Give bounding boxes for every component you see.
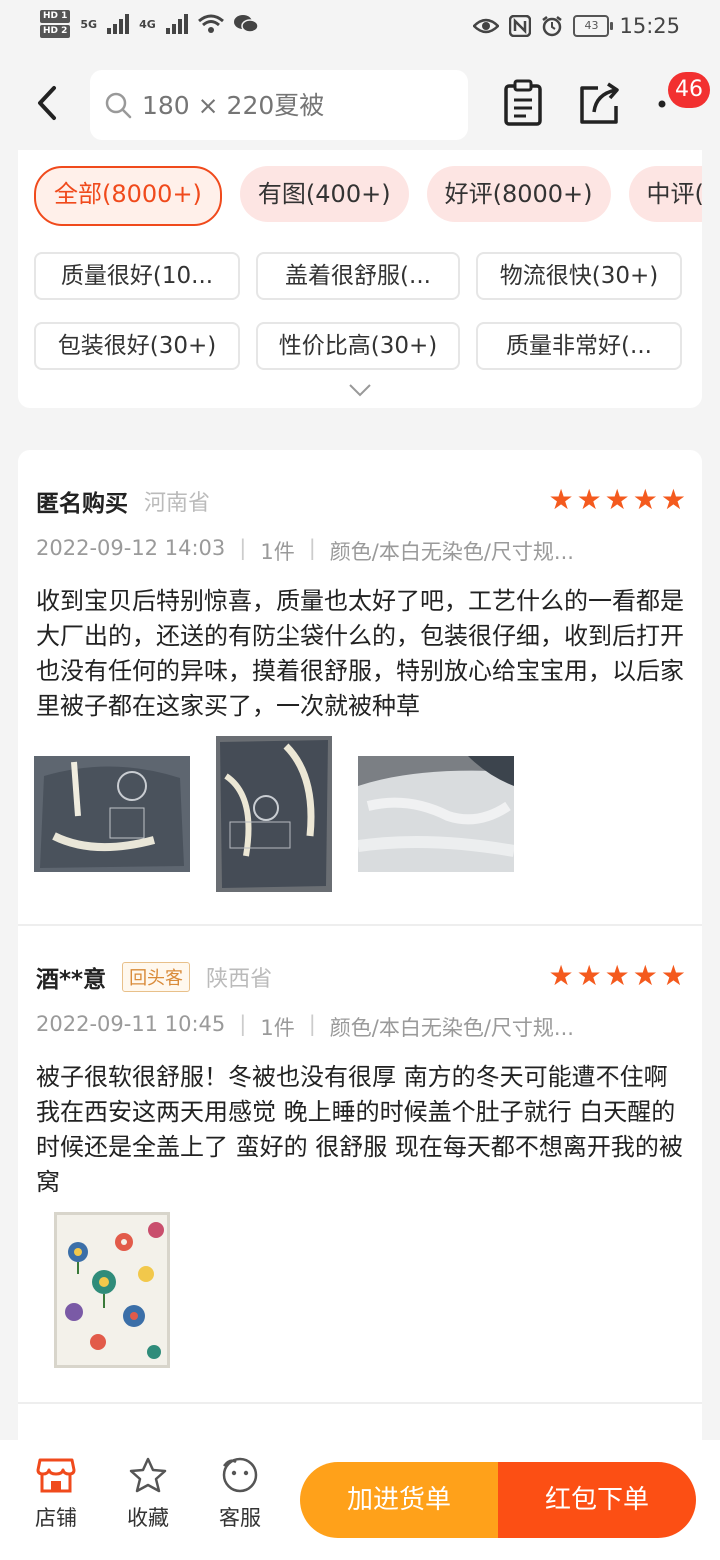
review-spec: 颜色/本白无染色/尺寸规... xyxy=(329,1016,574,1040)
eye-icon xyxy=(473,18,500,34)
star-rating: ★ ★ ★ ★ ★ xyxy=(548,962,686,990)
network-4g-label: 4G xyxy=(139,17,156,31)
review-filter-panel: 全部(8000+) 有图(400+) 好评(8000+) 中评(1 质量很好(1… xyxy=(18,150,702,408)
bag-photo-1[interactable] xyxy=(34,756,190,872)
review-item: 酒**意 回头客 陕西省 ★ ★ ★ ★ ★ 2022-09-11 10:45 | 1件… xyxy=(18,926,702,1404)
search-box[interactable] xyxy=(90,70,468,140)
divider: | xyxy=(239,536,247,560)
chevron-down-icon[interactable] xyxy=(348,382,372,398)
back-arrow-icon[interactable] xyxy=(28,78,68,128)
divider: | xyxy=(308,1012,316,1036)
review-photos xyxy=(34,736,514,892)
review-meta: 2022-09-12 14:03 | 1件 | 颜色/本白无染色/尺寸规... xyxy=(36,536,574,566)
customer-service-label: 客服 xyxy=(219,1506,261,1530)
signal-icon xyxy=(107,14,130,34)
star-icon: ★ xyxy=(548,959,574,992)
search-icon xyxy=(105,92,132,119)
keyword-tags: 质量很好(10... 盖着很舒服(... 物流很快(30+) 包装很好(30+)… xyxy=(34,252,682,370)
star-icon: ★ xyxy=(632,959,658,992)
review-date: 2022-09-12 14:03 xyxy=(36,536,226,560)
alarm-icon xyxy=(542,16,563,37)
star-icon: ★ xyxy=(604,483,630,516)
filter-tab-neutral[interactable]: 中评(1 xyxy=(628,166,702,222)
nfc-icon xyxy=(509,15,532,37)
wechat-icon xyxy=(233,15,258,33)
review-meta: 2022-09-11 10:45 | 1件 | 颜色/本白无染色/尺寸规... xyxy=(36,1012,574,1042)
favorite-label: 收藏 xyxy=(127,1506,169,1530)
network-5g-label: 5G xyxy=(80,17,98,31)
message-count-badge: 46 xyxy=(668,72,710,108)
keyword-tag[interactable]: 物流很快(30+) xyxy=(476,252,682,300)
search-input[interactable] xyxy=(140,89,444,121)
share-icon[interactable] xyxy=(576,78,622,128)
red-packet-order-button[interactable]: 红包下单 xyxy=(498,1462,696,1538)
status-left: HD 1 HD 2 5G 4G xyxy=(40,10,258,38)
store-button[interactable]: 店铺 xyxy=(26,1456,86,1532)
star-icon: ★ xyxy=(632,483,658,516)
star-icon: ★ xyxy=(548,483,574,516)
store-label: 店铺 xyxy=(35,1506,77,1530)
review-list: 匿名购买 河南省 ★ ★ ★ ★ ★ 2022-09-12 14:03 | 1件 | 颜… xyxy=(18,450,702,1450)
review-date: 2022-09-11 10:45 xyxy=(36,1012,226,1036)
divider: | xyxy=(239,1012,247,1036)
status-right: 43 15:25 xyxy=(473,14,680,38)
review-photos xyxy=(54,1212,170,1368)
filter-tabs: 全部(8000+) 有图(400+) 好评(8000+) 中评(1 xyxy=(34,166,702,226)
keyword-tag[interactable]: 包装很好(30+) xyxy=(34,322,240,370)
quilt-photo[interactable] xyxy=(358,756,514,872)
reviewer-location: 河南省 xyxy=(144,491,211,516)
review-text: 收到宝贝后特别惊喜，质量也太好了吧，工艺什么的一看都是大厂出的，还送的有防尘袋什… xyxy=(36,587,684,720)
reviewer-location: 陕西省 xyxy=(206,967,273,992)
hd1-label: HD 1 xyxy=(40,10,71,23)
hd2-label: HD 2 xyxy=(40,25,71,38)
clock: 15:25 xyxy=(619,14,680,38)
filter-tab-with-photos[interactable]: 有图(400+) xyxy=(239,166,409,222)
clipboard-icon[interactable] xyxy=(500,78,546,128)
filter-tab-all[interactable]: 全部(8000+) xyxy=(34,166,222,226)
keyword-tag[interactable]: 性价比高(30+) xyxy=(256,322,460,370)
review-quantity: 1件 xyxy=(260,540,295,564)
star-rating: ★ ★ ★ ★ ★ xyxy=(548,486,686,514)
add-to-list-button[interactable]: 加进货单 xyxy=(300,1462,498,1538)
review-header: 酒**意 回头客 陕西省 xyxy=(36,960,272,994)
bag-photo-2[interactable] xyxy=(216,736,332,892)
signal-icon xyxy=(165,14,188,34)
star-outline-icon xyxy=(129,1457,167,1493)
chat-face-icon xyxy=(222,1457,258,1493)
reviewer-name: 匿名购买 xyxy=(36,491,128,517)
star-icon: ★ xyxy=(604,959,630,992)
floral-quilt-photo[interactable] xyxy=(54,1212,170,1368)
top-nav-bar: 46 xyxy=(0,56,720,152)
returning-customer-badge: 回头客 xyxy=(122,962,191,992)
review-text: 被子很软很舒服！冬被也没有很厚 南方的冬天可能遭不住啊 我在西安这两天用感觉 晚… xyxy=(36,1063,683,1196)
store-icon xyxy=(36,1458,76,1493)
review-header: 匿名购买 河南省 xyxy=(36,484,210,518)
battery-indicator: 43 xyxy=(573,15,614,37)
customer-service-button[interactable]: 客服 xyxy=(210,1456,270,1532)
bottom-action-bar: 店铺 收藏 客服 加进货单 红包下单 xyxy=(0,1440,720,1560)
star-icon: ★ xyxy=(660,483,686,516)
keyword-tag[interactable]: 质量非常好(... xyxy=(476,322,682,370)
favorite-button[interactable]: 收藏 xyxy=(118,1456,178,1532)
divider: | xyxy=(308,536,316,560)
keyword-tag[interactable]: 盖着很舒服(... xyxy=(256,252,460,300)
filter-tab-positive[interactable]: 好评(8000+) xyxy=(426,166,611,222)
star-icon: ★ xyxy=(660,959,686,992)
reviewer-name: 酒**意 xyxy=(36,967,107,993)
hd-indicators: HD 1 HD 2 xyxy=(40,10,71,38)
review-item: 匿名购买 河南省 ★ ★ ★ ★ ★ 2022-09-12 14:03 | 1件 | 颜… xyxy=(18,450,702,926)
review-spec: 颜色/本白无染色/尺寸规... xyxy=(329,540,574,564)
star-icon: ★ xyxy=(576,483,602,516)
status-bar: HD 1 HD 2 5G 4G 43 15:25 xyxy=(0,0,720,56)
star-icon: ★ xyxy=(576,959,602,992)
keyword-tag[interactable]: 质量很好(10... xyxy=(34,252,240,300)
review-quantity: 1件 xyxy=(260,1016,295,1040)
wifi-icon xyxy=(197,14,224,33)
